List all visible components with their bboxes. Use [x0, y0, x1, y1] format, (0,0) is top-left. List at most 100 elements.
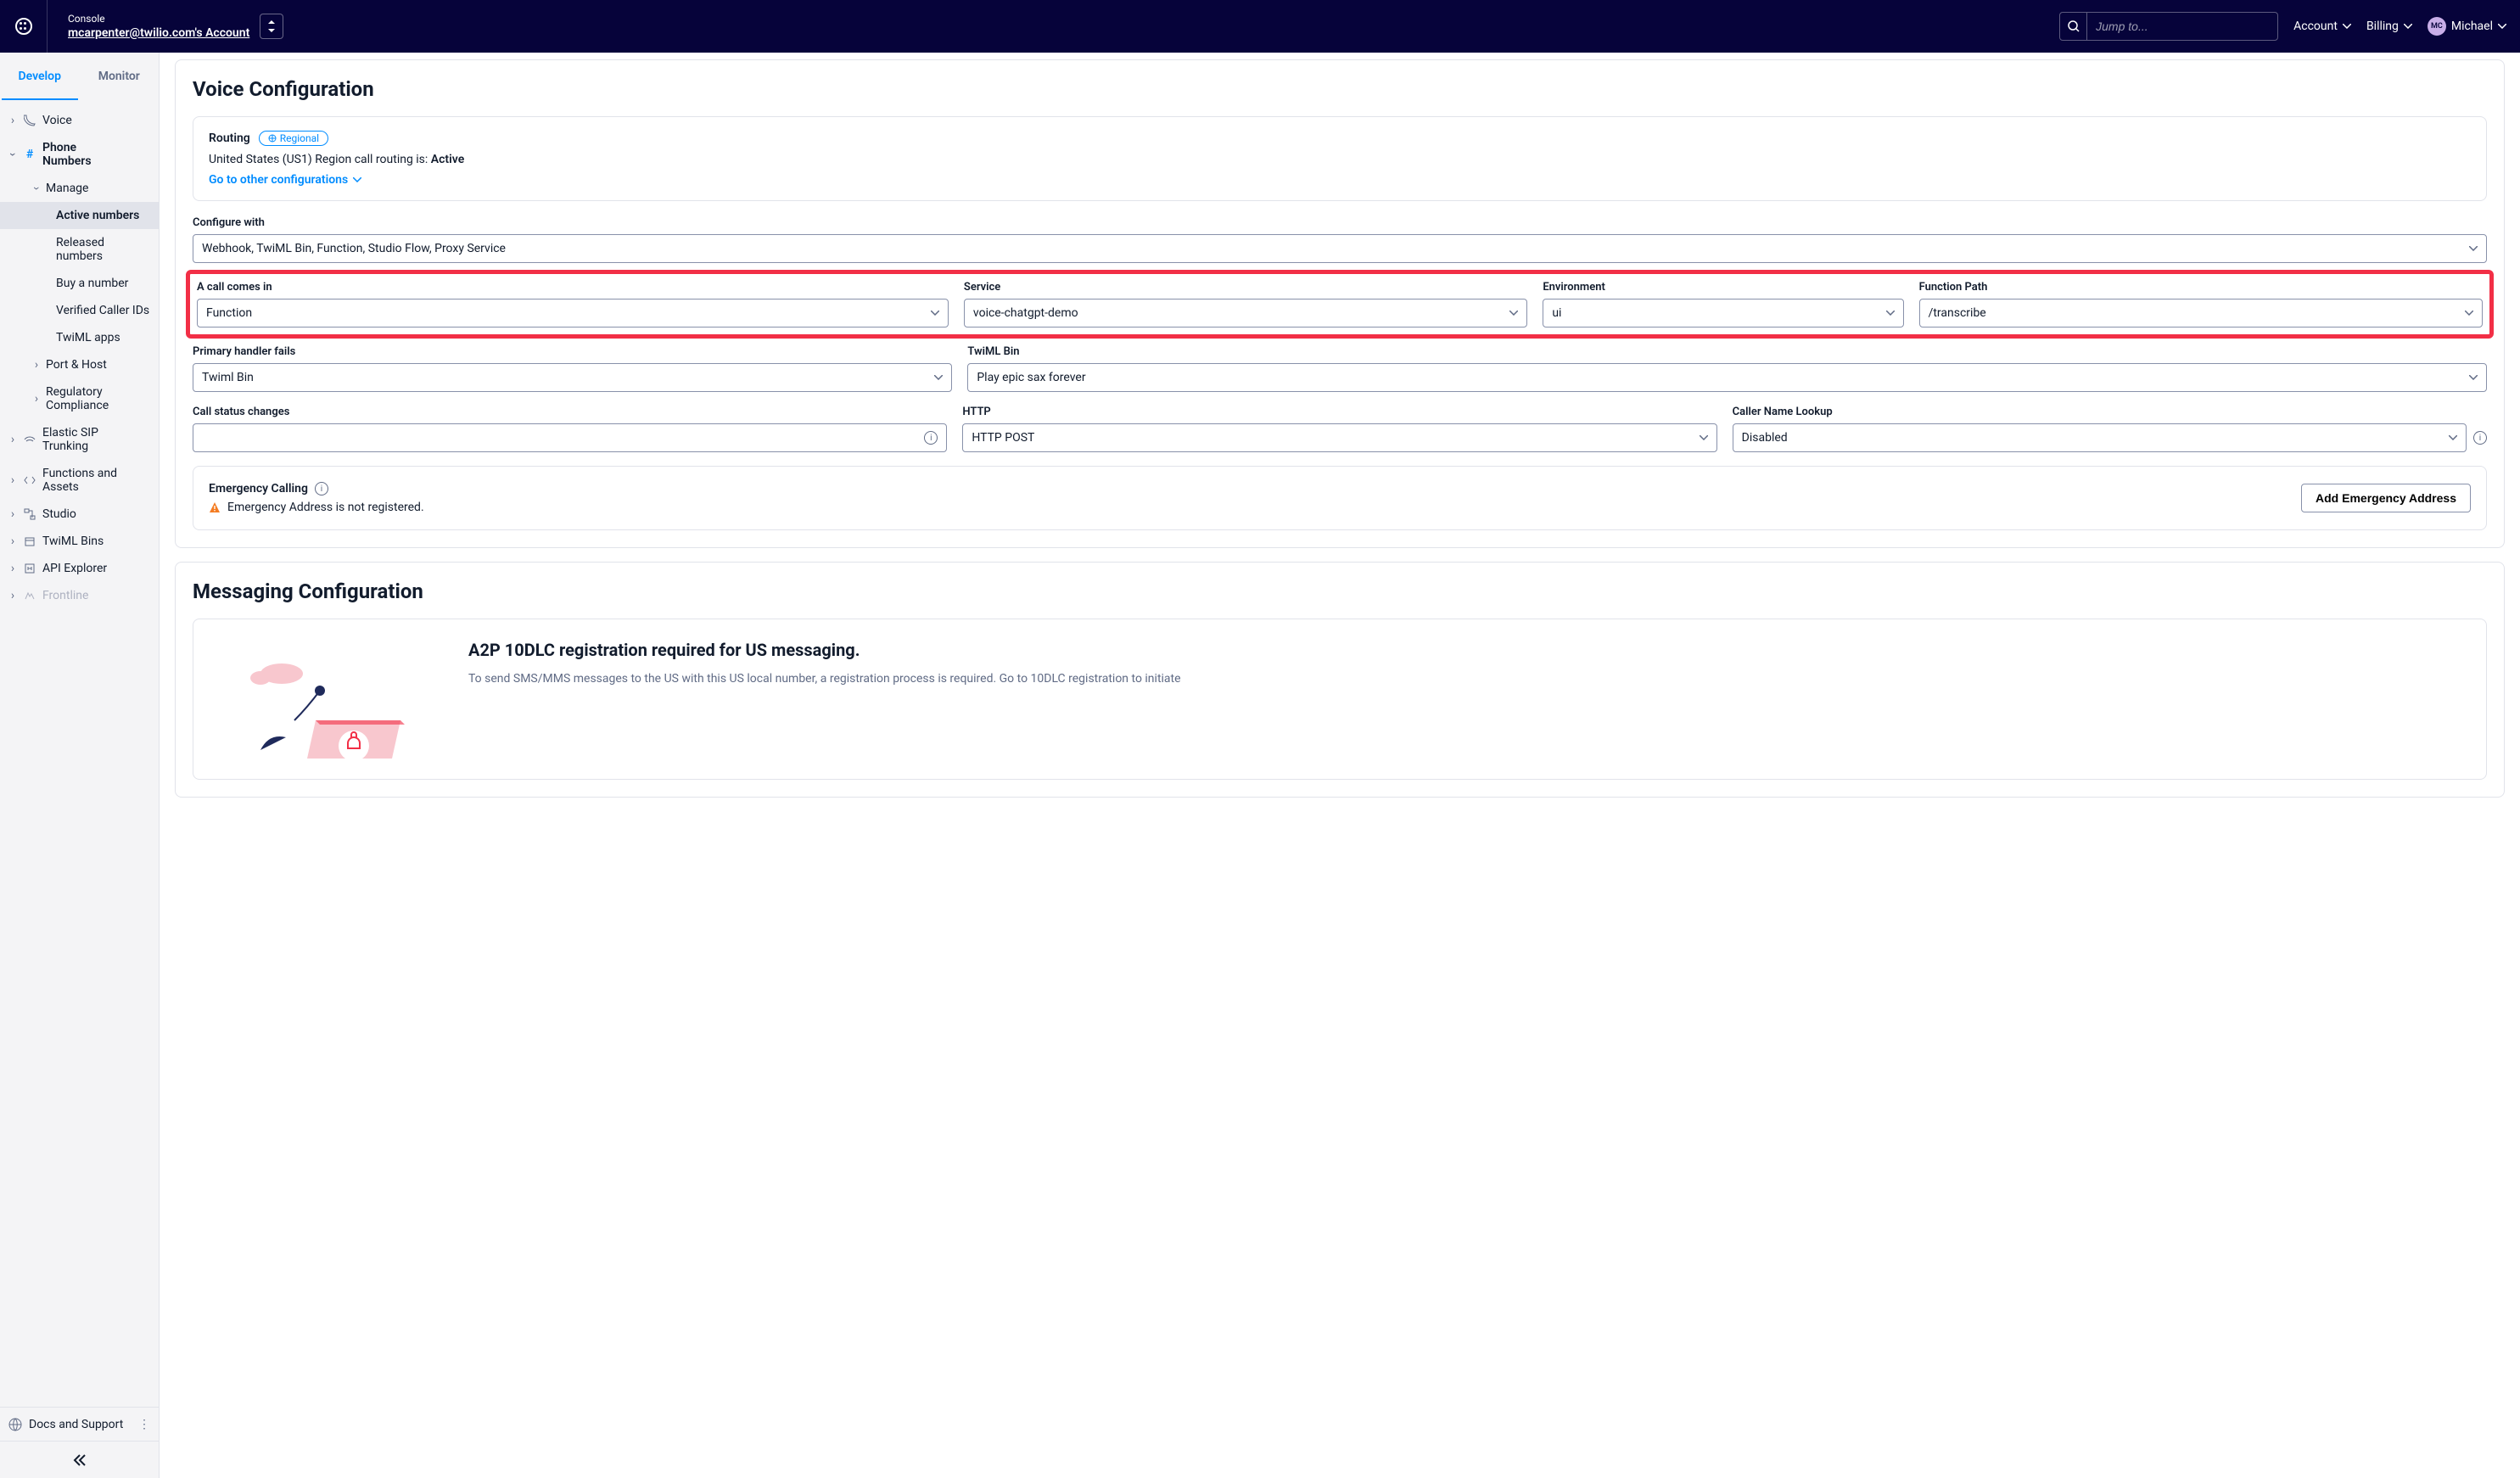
illustration	[214, 640, 434, 759]
chevron-down-icon	[2449, 435, 2457, 440]
warning-icon	[209, 501, 221, 513]
sidebar-item-functions-assets[interactable]: › Functions and Assets	[0, 460, 159, 501]
tab-monitor[interactable]: Monitor	[80, 53, 160, 100]
account-name-link[interactable]: mcarpenter@twilio.com's Account	[68, 26, 249, 40]
header-left: Console mcarpenter@twilio.com's Account	[14, 0, 283, 53]
select-value: Play epic sax forever	[977, 371, 2469, 384]
info-icon[interactable]: i	[315, 482, 328, 495]
hash-icon: #	[22, 148, 37, 161]
sidebar-item-twiml-bins[interactable]: › TwiML Bins	[0, 528, 159, 555]
chevron-down-icon	[931, 311, 939, 316]
chevron-right-icon: ›	[8, 562, 17, 575]
avatar: MC	[2428, 17, 2446, 36]
call-comes-in-select[interactable]: Function	[197, 299, 949, 328]
sidebar-item-frontline[interactable]: › Frontline	[0, 582, 159, 609]
sidebar-item-elastic-sip[interactable]: › Elastic SIP Trunking	[0, 419, 159, 460]
call-status-input[interactable]	[202, 431, 924, 445]
environment-select[interactable]: ui	[1543, 299, 1903, 328]
select-value: Disabled	[1742, 431, 2449, 445]
app-logo[interactable]	[14, 0, 48, 53]
sidebar-tabs: Develop Monitor	[0, 53, 159, 100]
primary-handler-label: Primary handler fails	[193, 345, 952, 358]
account-switcher-button[interactable]	[260, 14, 283, 39]
search-box[interactable]	[2059, 12, 2278, 41]
http-method-select[interactable]: HTTP POST	[962, 423, 1716, 452]
sidebar-item-active-numbers[interactable]: Active numbers	[0, 202, 159, 229]
function-path-select[interactable]: /transcribe	[1919, 299, 2483, 328]
call-status-input-wrap: i	[193, 423, 947, 452]
more-icon[interactable]: ⋮	[138, 1418, 150, 1431]
sidebar-item-manage[interactable]: › Manage	[0, 175, 159, 202]
main-content: Voice Configuration Routing Regional Uni…	[160, 53, 2520, 1478]
emergency-calling-box: Emergency Calling i Emergency Address is…	[193, 466, 2487, 530]
twilio-logo-icon	[15, 18, 32, 35]
messaging-config-card: Messaging Configuration	[175, 562, 2505, 798]
service-select[interactable]: voice-chatgpt-demo	[964, 299, 1527, 328]
chevron-down-icon	[2465, 311, 2473, 316]
sidebar-item-port-host[interactable]: › Port & Host	[0, 351, 159, 378]
primary-handler-select[interactable]: Twiml Bin	[193, 363, 952, 392]
a2p-body: To send SMS/MMS messages to the US with …	[468, 672, 1181, 686]
select-value: voice-chatgpt-demo	[973, 306, 1509, 320]
phone-icon	[22, 115, 37, 126]
chevron-down-icon	[2498, 24, 2506, 29]
globe-icon	[268, 134, 277, 143]
routing-box: Routing Regional United States (US1) Reg…	[193, 116, 2487, 201]
sidebar-item-label: TwiML Bins	[42, 535, 104, 548]
select-value: Twiml Bin	[202, 371, 934, 384]
sidebar-item-twiml-apps[interactable]: TwiML apps	[0, 324, 159, 351]
regional-badge: Regional	[259, 131, 328, 146]
bin-icon	[22, 535, 37, 547]
a2p-notice: A2P 10DLC registration required for US m…	[193, 619, 2487, 780]
sidebar-item-label: Active numbers	[56, 209, 139, 222]
sidebar-item-voice[interactable]: › Voice	[0, 107, 159, 134]
chevron-right-icon: ›	[32, 392, 41, 406]
search-input[interactable]	[2087, 20, 2277, 33]
api-icon	[22, 563, 37, 574]
sidebar-item-verified-caller-ids[interactable]: Verified Caller IDs	[0, 297, 159, 324]
sidebar-item-api-explorer[interactable]: › API Explorer	[0, 555, 159, 582]
configure-with-select[interactable]: Webhook, TwiML Bin, Function, Studio Flo…	[193, 234, 2487, 263]
info-icon[interactable]: i	[924, 431, 938, 445]
account-menu[interactable]: Account	[2293, 20, 2351, 33]
sidebar-item-label: Verified Caller IDs	[56, 304, 149, 317]
select-value: ui	[1552, 306, 1885, 320]
routing-label: Routing	[209, 132, 250, 145]
sidebar-item-label: Frontline	[42, 589, 88, 602]
sidebar-item-regulatory[interactable]: › Regulatory Compliance	[0, 378, 159, 419]
sidebar-item-label: Elastic SIP Trunking	[42, 426, 127, 453]
sidebar-item-label: Released numbers	[56, 236, 141, 263]
chevron-down-icon	[353, 177, 361, 182]
account-block: Console mcarpenter@twilio.com's Account	[48, 13, 283, 40]
chevron-down-icon	[2469, 375, 2478, 380]
sidebar-item-label: Functions and Assets	[42, 467, 127, 494]
select-value: Function	[206, 306, 931, 320]
caller-lookup-select[interactable]: Disabled	[1733, 423, 2467, 452]
tab-develop[interactable]: Develop	[0, 53, 80, 100]
account-menu-label: Account	[2293, 20, 2338, 33]
sidebar-item-released-numbers[interactable]: Released numbers	[0, 229, 159, 270]
chevron-down-icon	[1700, 435, 1708, 440]
unfold-icon	[268, 20, 275, 32]
sidebar-item-studio[interactable]: › Studio	[0, 501, 159, 528]
collapse-sidebar-button[interactable]	[0, 1441, 159, 1478]
billing-menu[interactable]: Billing	[2366, 20, 2412, 33]
service-label: Service	[964, 281, 1527, 294]
other-configurations-link[interactable]: Go to other configurations	[209, 173, 2471, 187]
sidebar-item-buy-number[interactable]: Buy a number	[0, 270, 159, 297]
sidebar-item-label: Buy a number	[56, 277, 128, 290]
sidebar-item-label: Voice	[42, 114, 72, 127]
twiml-bin-select[interactable]: Play epic sax forever	[967, 363, 2487, 392]
user-menu[interactable]: MC Michael	[2428, 17, 2506, 36]
a2p-content: A2P 10DLC registration required for US m…	[468, 640, 1181, 686]
link-label: Go to other configurations	[209, 173, 348, 187]
info-icon[interactable]: i	[2473, 431, 2487, 445]
add-emergency-address-button[interactable]: Add Emergency Address	[2301, 484, 2471, 512]
chevron-right-icon: ›	[8, 433, 17, 446]
sidebar-item-phone-numbers[interactable]: › # Phone Numbers	[0, 134, 159, 175]
chevron-right-icon: ›	[8, 535, 17, 548]
billing-menu-label: Billing	[2366, 20, 2399, 33]
chevron-down-icon	[2404, 24, 2412, 29]
caller-lookup-label: Caller Name Lookup	[1733, 406, 2487, 418]
sidebar-footer[interactable]: Docs and Support ⋮	[0, 1407, 159, 1441]
